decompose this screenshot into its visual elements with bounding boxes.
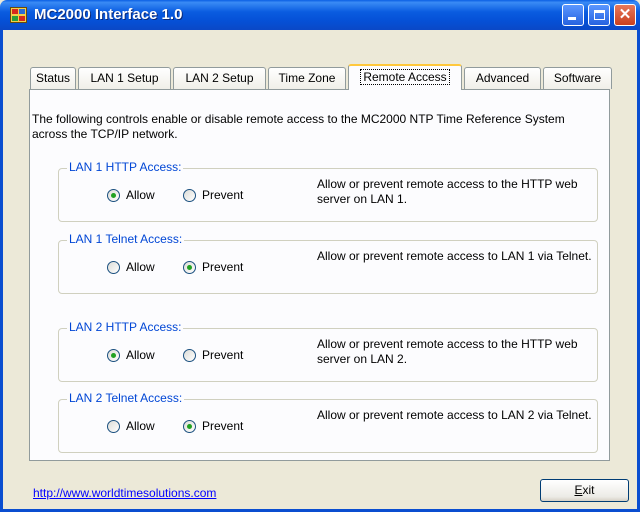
group-lan2-telnet: LAN 2 Telnet Access: Allow Prevent Allow… <box>58 391 598 453</box>
radio-lan2-telnet-prevent[interactable]: Prevent <box>183 418 243 434</box>
website-link[interactable]: http://www.worldtimesolutions.com <box>33 486 216 500</box>
radio-lan1-http-allow[interactable]: Allow <box>107 187 155 203</box>
maximize-icon <box>594 10 605 20</box>
maximize-button[interactable] <box>588 4 610 26</box>
radio-circle <box>107 348 120 362</box>
minimize-button[interactable] <box>562 4 584 26</box>
tab-lan2-setup[interactable]: LAN 2 Setup <box>173 67 266 89</box>
tab-status[interactable]: Status <box>30 67 76 89</box>
tab-advanced[interactable]: Advanced <box>464 67 541 89</box>
minimize-icon <box>568 17 576 20</box>
radio-circle <box>183 419 196 433</box>
intro-text: The following controls enable or disable… <box>32 112 565 141</box>
group-description: Allow or prevent remote access to LAN 1 … <box>317 249 592 263</box>
radio-circle <box>183 188 196 202</box>
close-button[interactable]: ✕ <box>614 4 636 26</box>
tab-lan1-setup[interactable]: LAN 1 Setup <box>78 67 171 89</box>
radio-lan2-telnet-allow[interactable]: Allow <box>107 418 155 434</box>
tab-time-zone[interactable]: Time Zone <box>268 67 346 89</box>
radio-circle <box>183 260 196 274</box>
group-description: Allow or prevent remote access to the HT… <box>317 177 578 206</box>
title-bar[interactable]: MC2000 Interface 1.0 ✕ <box>0 0 640 30</box>
radio-lan2-http-allow[interactable]: Allow <box>107 347 155 363</box>
group-lan1-telnet: LAN 1 Telnet Access: Allow Prevent Allow… <box>58 232 598 294</box>
group-lan2-http: LAN 2 HTTP Access: Allow Prevent Allow o… <box>58 320 598 382</box>
radio-circle <box>107 188 120 202</box>
window-title: MC2000 Interface 1.0 <box>34 6 183 23</box>
tab-software[interactable]: Software <box>543 67 612 89</box>
radio-lan1-http-prevent[interactable]: Prevent <box>183 187 243 203</box>
group-title: LAN 1 HTTP Access: <box>67 160 184 174</box>
group-description: Allow or prevent remote access to the HT… <box>317 337 578 366</box>
group-lan1-http: LAN 1 HTTP Access: Allow Prevent Allow o… <box>58 160 598 222</box>
radio-circle <box>183 348 196 362</box>
group-description: Allow or prevent remote access to LAN 2 … <box>317 408 592 422</box>
radio-circle <box>107 419 120 433</box>
radio-lan1-telnet-prevent[interactable]: Prevent <box>183 259 243 275</box>
radio-lan1-telnet-allow[interactable]: Allow <box>107 259 155 275</box>
group-title: LAN 2 HTTP Access: <box>67 320 184 334</box>
window-frame-left <box>0 30 3 512</box>
radio-circle <box>107 260 120 274</box>
tab-remote-access[interactable]: Remote Access <box>348 64 462 90</box>
close-icon: ✕ <box>618 6 632 23</box>
exit-button[interactable]: Exit <box>540 479 629 502</box>
group-title: LAN 2 Telnet Access: <box>67 391 185 405</box>
group-title: LAN 1 Telnet Access: <box>67 232 185 246</box>
app-icon <box>10 7 27 23</box>
radio-lan2-http-prevent[interactable]: Prevent <box>183 347 243 363</box>
